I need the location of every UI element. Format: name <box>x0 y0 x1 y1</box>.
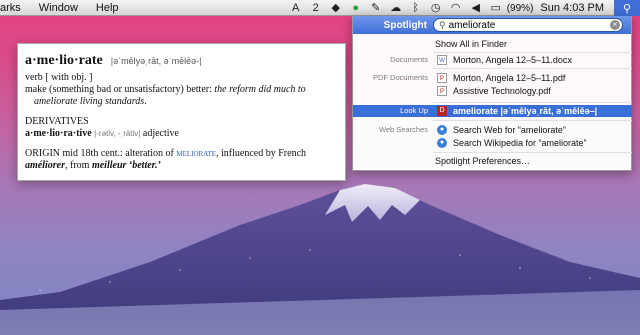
origin-text: , influenced by French <box>216 148 307 159</box>
adobe-icon[interactable]: A <box>289 1 303 15</box>
category-documents: Documents <box>390 55 428 64</box>
punctuation: . <box>144 96 147 107</box>
origin-text: ORIGIN mid 18th cent.: alteration of <box>25 148 174 159</box>
clock[interactable]: Sun 4:03 PM <box>540 2 604 14</box>
derivatives-title: DERIVATIVES <box>25 116 89 127</box>
spotlight-preferences[interactable]: Spotlight Preferences… <box>353 155 632 167</box>
divider <box>433 52 632 53</box>
divider <box>433 102 632 103</box>
origin-link-meliorate[interactable]: meliorate <box>176 148 216 159</box>
menu-window[interactable]: Window <box>30 0 87 16</box>
globe-icon: ● <box>437 125 447 135</box>
battery-percentage: (99%) <box>506 2 534 14</box>
origin-text: , from <box>65 160 90 171</box>
dictionary-headword-line: a·me·lio·rate |əˈmēlyəˌrāt, əˈmēlēə-| <box>25 51 338 69</box>
origin-french-word: améliorer <box>25 160 65 171</box>
category-pdf-documents: PDF Documents <box>372 73 428 82</box>
derivative-pos: adjective <box>142 128 179 139</box>
result-label: ameliorate |əˈmēlyəˌrāt, əˈmēlēə–| <box>453 106 598 116</box>
result-label: Morton, Angela 12–5–11.docx <box>453 55 572 65</box>
result-pdf[interactable]: P Assistive Technology.pdf <box>353 85 632 97</box>
part-of-speech: verb [ with obj. ] <box>25 72 93 83</box>
search-icon: ⚲ <box>439 19 446 30</box>
cloud-icon[interactable]: ☁ <box>389 1 403 15</box>
result-label: Search Wikipedia for “ameliorate” <box>453 138 587 148</box>
show-all-in-finder[interactable]: Show All in Finder <box>353 38 632 50</box>
derivative-pronunciation: |-rətiv, -ˌrātiv| <box>94 129 141 138</box>
dropbox-icon[interactable]: ◆ <box>329 1 343 15</box>
definition: make (something bad or unsatisfactory) b… <box>25 84 338 96</box>
result-document[interactable]: Documents W Morton, Angela 12–5–11.docx <box>353 54 632 66</box>
pdf-icon: P <box>437 86 447 96</box>
example-text: the reform did much to <box>214 84 306 95</box>
category-web-searches: Web Searches <box>378 125 428 134</box>
result-label: Morton, Angela 12–5–11.pdf <box>453 73 566 83</box>
preferences-label: Spotlight Preferences… <box>435 156 531 166</box>
result-wikipedia-search[interactable]: ● Search Wikipedia for “ameliorate” <box>353 137 632 149</box>
result-label: Assistive Technology.pdf <box>453 86 551 96</box>
dictionary-icon: D <box>437 106 447 116</box>
wifi-icon[interactable]: ◠ <box>449 1 463 15</box>
spotlight-search-field[interactable]: ⚲ × <box>433 18 623 32</box>
derivative-entry: a·me·lio·ra·tive |-rətiv, -ˌrātiv| adjec… <box>25 128 338 140</box>
divider <box>433 68 632 69</box>
pronunciation: |əˈmēlyəˌrāt, əˈmēlēə-| <box>110 56 202 66</box>
bluetooth-icon[interactable]: ᛒ <box>409 1 423 15</box>
derivative-word: a·me·lio·ra·tive <box>25 128 92 139</box>
spotlight-panel: Spotlight ⚲ × Show All in Finder Documen… <box>352 16 632 171</box>
divider <box>433 120 632 121</box>
menu-bookmarks[interactable]: arks <box>0 0 30 16</box>
menu-help[interactable]: Help <box>87 0 128 16</box>
result-lookup-selected[interactable]: Look Up D ameliorate |əˈmēlyəˌrāt, əˈmēl… <box>353 105 632 117</box>
origin-meilleur: meilleur ‘better.’ <box>91 160 161 171</box>
pdf-icon: P <box>437 73 447 83</box>
headword: a·me·lio·rate <box>25 53 103 68</box>
definition-text: make (something bad or unsatisfactory) b… <box>25 84 212 95</box>
example-text: ameliorate living standards <box>34 96 145 107</box>
definition-continued: ameliorate living standards. <box>25 96 338 108</box>
notification-count-badge[interactable]: 2 <box>309 1 323 15</box>
globe-icon: ● <box>437 138 447 148</box>
result-pdf[interactable]: PDF Documents P Morton, Angela 12–5–11.p… <box>353 72 632 84</box>
search-icon: ⚲ <box>622 2 632 15</box>
menu-bar: arks Window Help A 2 ◆ ● ✎ ☁ ᛒ ◷ ◠ ◀ ▭ (… <box>0 0 640 16</box>
spotlight-header: Spotlight ⚲ × <box>353 16 631 34</box>
result-label: Search Web for “ameliorate” <box>453 125 566 135</box>
leaf-icon[interactable]: ● <box>349 1 363 15</box>
origin-continued: améliorer, from meilleur ‘better.’ <box>25 160 338 172</box>
show-all-label: Show All in Finder <box>435 39 508 49</box>
time-machine-icon[interactable]: ◷ <box>429 1 443 15</box>
spotlight-search-input[interactable] <box>448 19 599 31</box>
spotlight-menu-button[interactable]: ⚲ <box>614 0 640 16</box>
word-document-icon: W <box>437 55 447 65</box>
spotlight-label: Spotlight <box>383 19 427 31</box>
evernote-icon[interactable]: ✎ <box>369 1 383 15</box>
result-web-search[interactable]: Web Searches ● Search Web for “ameliorat… <box>353 124 632 136</box>
category-look-up: Look Up <box>400 106 428 115</box>
origin: ORIGIN mid 18th cent.: alteration of mel… <box>25 148 338 160</box>
battery-icon[interactable]: ▭ <box>489 1 503 15</box>
dictionary-popover: a·me·lio·rate |əˈmēlyəˌrāt, əˈmēlēə-| ve… <box>17 43 346 181</box>
status-area: A 2 ◆ ● ✎ ☁ ᛒ ◷ ◠ ◀ ▭ (99%) Sun 4:03 PM … <box>286 0 640 16</box>
volume-icon[interactable]: ◀ <box>469 1 483 15</box>
divider <box>433 152 632 153</box>
clear-search-button[interactable]: × <box>610 20 620 30</box>
